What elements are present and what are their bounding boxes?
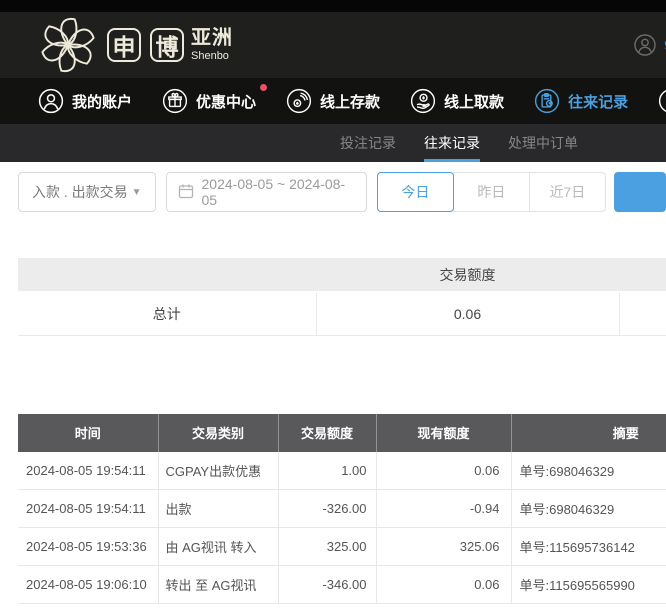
search-button[interactable] [614, 172, 666, 212]
table-cell: 0.06 [376, 452, 511, 490]
nav-item-my-account[interactable]: 我的账户 [38, 88, 132, 114]
brand-bar: 申 博 亚洲 Shenbo 9y [0, 12, 666, 78]
summary-total-value: 0.06 [316, 292, 619, 335]
transactions-table: 时间 交易类别 交易额度 现有额度 摘要 2024-08-05 19:54:11… [18, 414, 666, 605]
summary-header-cutoff [619, 258, 666, 292]
nav-item-withdraw[interactable]: 线上取款 [410, 88, 504, 114]
logo-subtitle: Shenbo [191, 51, 233, 62]
circle-icon [658, 88, 666, 114]
table-cell: 单号:698046329 [511, 490, 666, 528]
nav-label: 线上取款 [444, 91, 504, 112]
withdraw-icon [410, 88, 436, 114]
table-row: 2024-08-05 19:06:10转出 至 AG视讯-346.000.06单… [18, 566, 666, 604]
table-row: 2024-08-05 19:54:11CGPAY出款优惠1.000.06单号:6… [18, 452, 666, 490]
table-cell: 单号:115695565990 [511, 566, 666, 604]
nav-label: 往来记录 [568, 91, 628, 112]
summary-total-cutoff [619, 292, 666, 335]
column-header-memo: 摘要 [511, 414, 666, 452]
user-icon [38, 88, 64, 114]
deposit-icon [286, 88, 312, 114]
summary-total-label: 总计 [18, 292, 316, 335]
today-button[interactable]: 今日 [377, 172, 454, 212]
select-value: 入款 . 出款交易 [32, 182, 128, 202]
tab-transaction-records[interactable]: 往来记录 [424, 124, 480, 162]
table-cell: 出款 [158, 490, 278, 528]
yesterday-button[interactable]: 昨日 [453, 172, 530, 212]
table-cell: 单号:698046329 [511, 452, 666, 490]
date-range-input[interactable]: 2024-08-05 ~ 2024-08-05 [166, 172, 367, 212]
chevron-down-icon: ▼ [132, 187, 142, 198]
tab-betting-records[interactable]: 投注记录 [340, 124, 396, 162]
logo-text: 亚洲 Shenbo [191, 28, 233, 62]
table-cell: 0.06 [376, 566, 511, 604]
column-header-balance: 现有额度 [376, 414, 511, 452]
top-strip [0, 0, 666, 12]
table-cell: 由 AG视讯 转入 [158, 528, 278, 566]
date-range-value: 2024-08-05 ~ 2024-08-05 [202, 176, 355, 208]
summary-header-empty [18, 258, 316, 292]
column-header-amount: 交易额度 [278, 414, 376, 452]
table-cell: 1.00 [278, 452, 376, 490]
gift-icon [162, 88, 188, 114]
calendar-icon [178, 183, 194, 202]
column-header-type: 交易类别 [158, 414, 278, 452]
table-cell: 转出 至 AG视讯 [158, 566, 278, 604]
user-area[interactable]: 9y [633, 12, 666, 78]
transactions-body: 2024-08-05 19:54:11CGPAY出款优惠1.000.06单号:6… [18, 452, 666, 604]
summary-header-amount: 交易额度 [316, 258, 619, 292]
table-cell: 325.00 [278, 528, 376, 566]
table-cell: 2024-08-05 19:06:10 [18, 566, 158, 604]
nav-label: 线上存款 [320, 91, 380, 112]
table-cell: 2024-08-05 19:54:11 [18, 490, 158, 528]
table-cell: 单号:115695736142 [511, 528, 666, 566]
nav-label: 优惠中心 [196, 91, 256, 112]
table-row: 2024-08-05 19:54:11出款-326.00-0.94单号:6980… [18, 490, 666, 528]
table-cell: 325.06 [376, 528, 511, 566]
flower-logo-icon [38, 15, 98, 75]
logo[interactable]: 申 博 亚洲 Shenbo [38, 15, 233, 75]
records-icon [534, 88, 560, 114]
logo-char-bo: 博 [150, 28, 184, 62]
table-cell: CGPAY出款优惠 [158, 452, 278, 490]
logo-region: 亚洲 [191, 28, 233, 48]
nav-item-transaction-records[interactable]: 往来记录 [534, 88, 628, 114]
quick-date-buttons: 今日 昨日 近7日 [377, 172, 606, 212]
logo-char-shen: 申 [107, 28, 141, 62]
nav-item-more[interactable] [658, 88, 666, 114]
user-avatar-icon [633, 33, 657, 57]
nav-label: 我的账户 [72, 91, 132, 112]
column-header-time: 时间 [18, 414, 158, 452]
summary-table: 交易额度 总计 0.06 [18, 258, 666, 336]
table-row: 2024-08-05 19:53:36由 AG视讯 转入325.00325.06… [18, 528, 666, 566]
transactions-header-row: 时间 交易类别 交易额度 现有额度 摘要 [18, 414, 666, 452]
table-cell: -326.00 [278, 490, 376, 528]
summary-header-row: 交易额度 [18, 258, 666, 292]
nav-item-promotions[interactable]: 优惠中心 [162, 88, 256, 114]
last-7-days-button[interactable]: 近7日 [529, 172, 606, 212]
notification-dot [260, 84, 267, 91]
table-cell: 2024-08-05 19:54:11 [18, 452, 158, 490]
nav-item-deposit[interactable]: 线上存款 [286, 88, 380, 114]
table-cell: 2024-08-05 19:53:36 [18, 528, 158, 566]
summary-total-row: 总计 0.06 [18, 292, 666, 335]
filter-bar: 入款 . 出款交易 ▼ 2024-08-05 ~ 2024-08-05 今日 昨… [18, 172, 666, 212]
transaction-type-select[interactable]: 入款 . 出款交易 ▼ [18, 172, 156, 212]
table-cell: -0.94 [376, 490, 511, 528]
main-nav: 我的账户 优惠中心 线上存款 [0, 78, 666, 124]
tab-pending-orders[interactable]: 处理中订单 [508, 124, 578, 162]
table-cell: -346.00 [278, 566, 376, 604]
sub-nav: 投注记录 往来记录 处理中订单 [0, 124, 666, 162]
